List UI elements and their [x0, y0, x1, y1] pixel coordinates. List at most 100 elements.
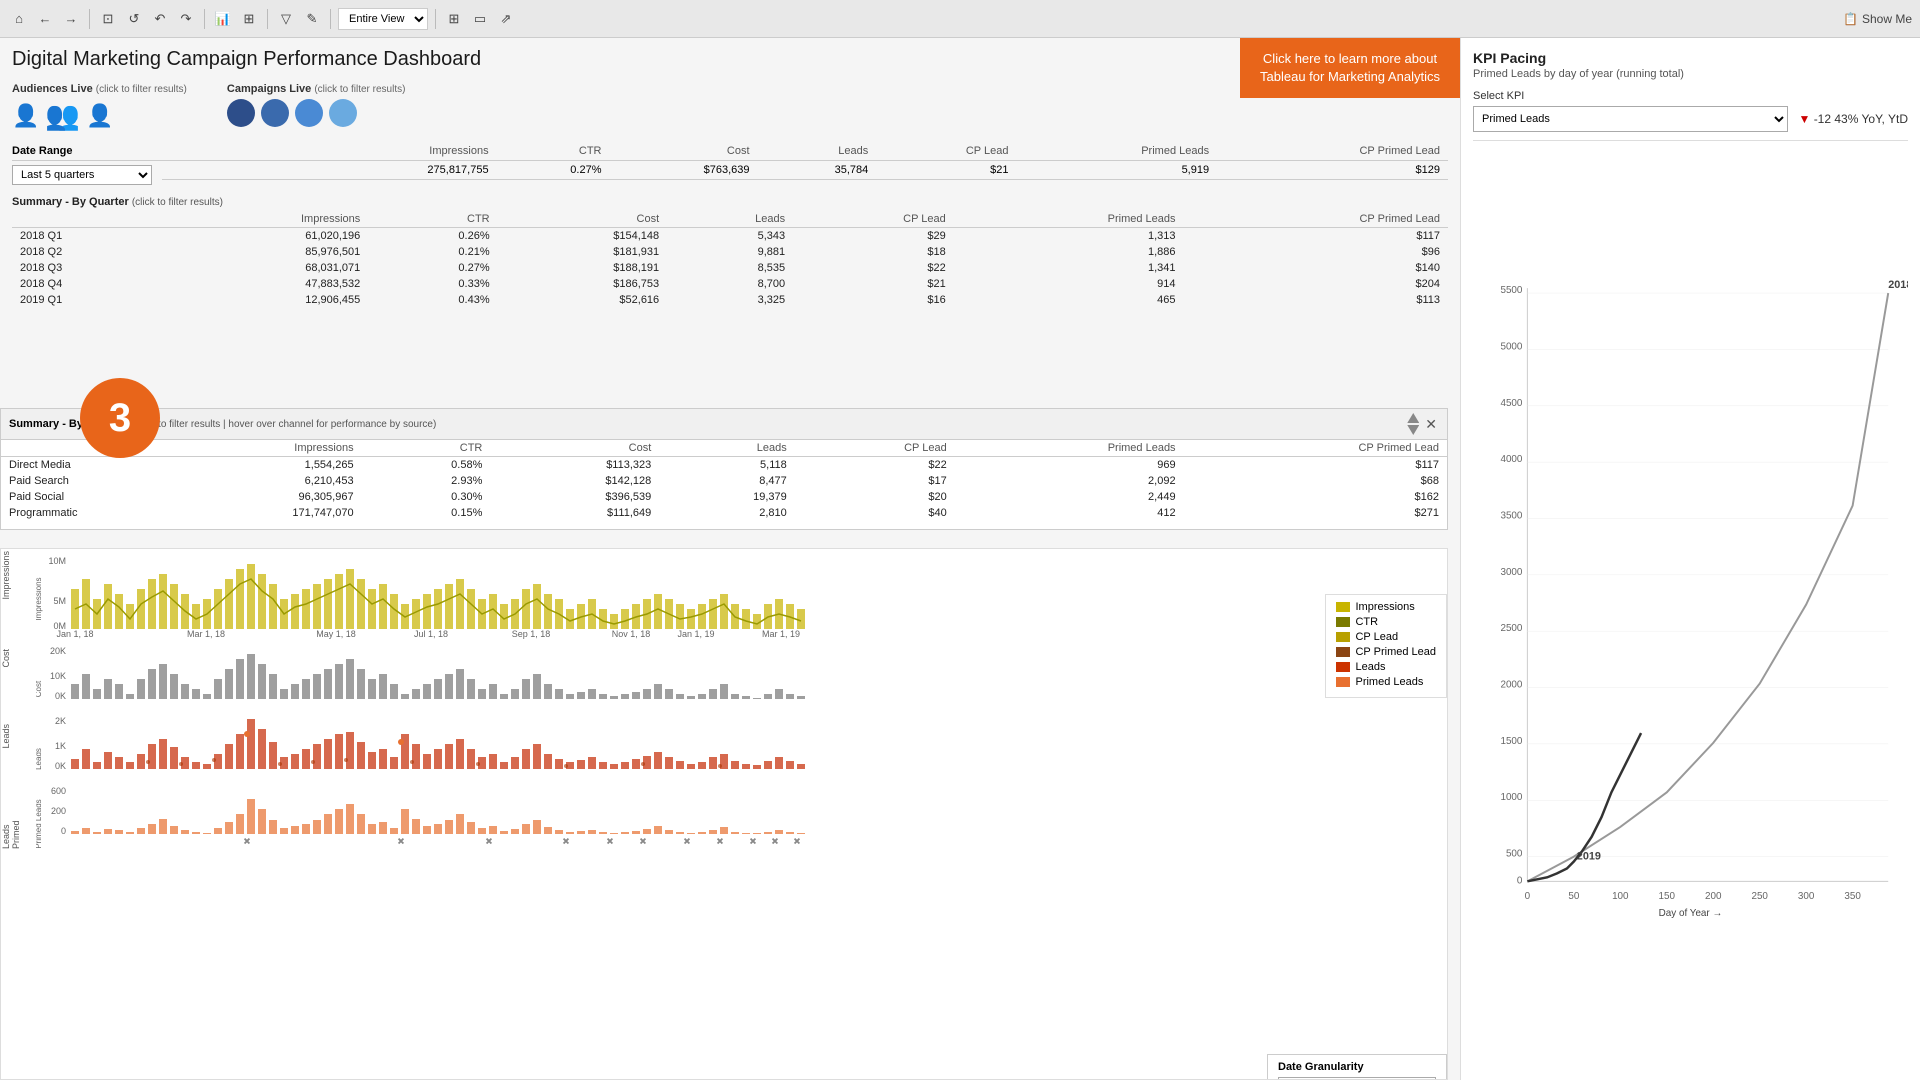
svg-text:10K: 10K — [50, 671, 66, 681]
svg-text:5000: 5000 — [1500, 341, 1522, 352]
mark-btn[interactable]: ✎ — [301, 8, 323, 30]
chart-legend: Impressions CTR CP Lead CP Primed Lead L… — [1325, 594, 1447, 698]
audience-icon-3[interactable]: 👤 — [86, 103, 113, 129]
table-row[interactable]: Programmatic171,747,0700.15%$111,6492,81… — [1, 505, 1447, 521]
audience-icon-1[interactable]: 👤 — [12, 103, 39, 129]
q-col-primedleads: Primed Leads — [954, 211, 1184, 228]
totals-section: Impressions CTR Cost Leads CP Lead Prime… — [162, 142, 1448, 190]
total-primedleads: 5,919 — [1016, 161, 1217, 180]
total-impressions: 275,817,755 — [312, 161, 497, 180]
q-col-cpprimedlead: CP Primed Lead — [1184, 211, 1448, 228]
totals-col-impressions: Impressions — [312, 142, 497, 161]
date-range-section: Date Range Last 5 quarters — [12, 142, 162, 185]
leads-swatch — [1336, 662, 1350, 672]
audience-icon-2[interactable]: 👥 — [45, 99, 80, 132]
share-btn[interactable]: ⇗ — [495, 8, 517, 30]
grid-btn[interactable]: ⊞ — [443, 8, 465, 30]
dashboard-title: Digital Marketing Campaign Performance D… — [12, 48, 1448, 71]
totals-data-row: 275,817,755 0.27% $763,639 35,784 $21 5,… — [162, 161, 1448, 180]
campaign-dot-4[interactable] — [329, 99, 357, 127]
svg-text:0K: 0K — [55, 761, 66, 771]
view-btn[interactable]: ⊡ — [97, 8, 119, 30]
svg-text:Nov 1, 18: Nov 1, 18 — [612, 629, 651, 639]
campaign-dots[interactable] — [227, 99, 406, 127]
svg-text:10M: 10M — [48, 556, 66, 566]
table-row[interactable]: 2018 Q161,020,1960.26%$154,1485,343$291,… — [12, 228, 1448, 245]
ch-col-cost: Cost — [490, 440, 659, 457]
campaign-dot-2[interactable] — [261, 99, 289, 127]
totals-col-leads: Leads — [758, 142, 877, 161]
view-dropdown[interactable]: Entire View — [338, 8, 428, 30]
total-leads: 35,784 — [758, 161, 877, 180]
filter-btn[interactable]: ▽ — [275, 8, 297, 30]
table-row[interactable]: 2018 Q447,883,5320.33%$186,7538,700$2191… — [12, 276, 1448, 292]
total-ctr: 0.27% — [497, 161, 610, 180]
totals-col-primedleads: Primed Leads — [1016, 142, 1217, 161]
primedleads-swatch — [1336, 677, 1350, 687]
left-panel: Click here to learn more about Tableau f… — [0, 38, 1460, 1080]
redo-btn[interactable]: ↷ — [175, 8, 197, 30]
svg-text:✕: ✕ — [398, 837, 405, 846]
channel-table: Impressions CTR Cost Leads CP Lead Prime… — [1, 440, 1447, 521]
refresh-btn[interactable]: ↺ — [123, 8, 145, 30]
svg-text:✕: ✕ — [563, 837, 570, 846]
svg-text:5500: 5500 — [1500, 285, 1522, 296]
svg-text:2019: 2019 — [1577, 851, 1601, 863]
svg-text:500: 500 — [1506, 849, 1523, 860]
presentation-btn[interactable]: ▭ — [469, 8, 491, 30]
chart-btn[interactable]: 📊 — [212, 8, 234, 30]
svg-text:✕: ✕ — [684, 837, 691, 846]
date-range-select[interactable]: Last 5 quarters — [12, 165, 152, 185]
total-cost: $763,639 — [609, 161, 757, 180]
ch-col-primedleads: Primed Leads — [955, 440, 1184, 457]
table-row[interactable]: 2018 Q285,976,5010.21%$181,9319,881$181,… — [12, 244, 1448, 260]
ch-col-leads: Leads — [659, 440, 795, 457]
svg-text:2K: 2K — [55, 716, 66, 726]
svg-text:✕: ✕ — [486, 837, 493, 846]
audience-icons[interactable]: 👤 👥 👤 — [12, 99, 187, 132]
scroll-arrows[interactable] — [1407, 413, 1419, 435]
svg-text:Jan 1, 19: Jan 1, 19 — [677, 629, 714, 639]
svg-text:5M: 5M — [53, 596, 66, 606]
svg-text:2000: 2000 — [1500, 680, 1522, 691]
scroll-down-arrow[interactable] — [1407, 425, 1419, 435]
campaigns-label: Campaigns Live (click to filter results) — [227, 83, 406, 95]
show-me-button[interactable]: 📋 Show Me — [1843, 12, 1912, 26]
totals-col-cpprimedlead: CP Primed Lead — [1217, 142, 1448, 161]
channel-header-text: Summary - By Channel (click to filter re… — [9, 418, 436, 430]
table-btn[interactable]: ⊞ — [238, 8, 260, 30]
campaign-dot-1[interactable] — [227, 99, 255, 127]
table-row[interactable]: Paid Social96,305,9670.30%$396,53919,379… — [1, 489, 1447, 505]
svg-text:0: 0 — [1517, 875, 1523, 886]
scroll-up-arrow[interactable] — [1407, 413, 1419, 423]
quarter-section: Summary - By Quarter (click to filter re… — [12, 196, 1448, 308]
undo-btn[interactable]: ↶ — [149, 8, 171, 30]
svg-text:3000: 3000 — [1500, 567, 1522, 578]
kpi-title: KPI Pacing — [1473, 50, 1908, 66]
filter-row: Audiences Live (click to filter results)… — [12, 81, 1448, 132]
table-row[interactable]: Paid Search6,210,4532.93%$142,1288,477$1… — [1, 473, 1447, 489]
cta-button[interactable]: Click here to learn more about Tableau f… — [1240, 38, 1460, 98]
main-content: Click here to learn more about Tableau f… — [0, 38, 1920, 1080]
toolbar: ⌂ ← → ⊡ ↺ ↶ ↷ 📊 ⊞ ▽ ✎ Entire View ⊞ ▭ ⇗ … — [0, 0, 1920, 38]
svg-text:Mar 1, 18: Mar 1, 18 — [187, 629, 225, 639]
channel-panel-close[interactable]: ✕ — [1423, 416, 1439, 433]
table-row[interactable]: 2018 Q368,031,0710.27%$188,1918,535$221,… — [12, 260, 1448, 276]
channel-panel-header: Summary - By Channel (click to filter re… — [1, 409, 1447, 440]
ctr-swatch — [1336, 617, 1350, 627]
kpi-dropdown[interactable]: Primed Leads — [1473, 106, 1788, 132]
back-btn[interactable]: ← — [34, 8, 56, 30]
table-row[interactable]: Direct Media1,554,2650.58%$113,3235,118$… — [1, 457, 1447, 474]
cplead-swatch — [1336, 632, 1350, 642]
campaign-dot-3[interactable] — [295, 99, 323, 127]
forward-btn[interactable]: → — [60, 8, 82, 30]
svg-text:0: 0 — [1525, 891, 1531, 902]
granularity-title: Date Granularity — [1278, 1061, 1436, 1073]
channel-panel-controls: ✕ — [1407, 413, 1439, 435]
svg-text:Day of Year →: Day of Year → — [1659, 908, 1723, 919]
table-row[interactable]: 2019 Q112,906,4550.43%$52,6163,325$16465… — [12, 292, 1448, 308]
audiences-section: Audiences Live (click to filter results)… — [12, 81, 187, 132]
home-btn[interactable]: ⌂ — [8, 8, 30, 30]
totals-table: Impressions CTR Cost Leads CP Lead Prime… — [162, 142, 1448, 180]
legend-ctr: CTR — [1336, 616, 1436, 628]
